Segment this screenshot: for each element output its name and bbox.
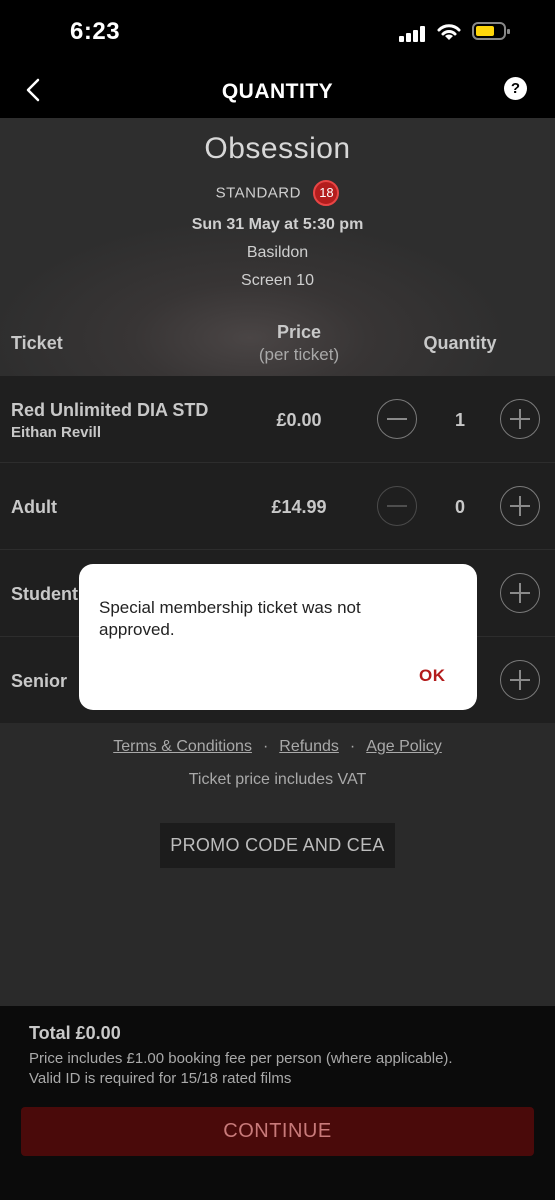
ticket-row: Adult £14.99 0 — [0, 463, 555, 549]
decrement-button[interactable] — [377, 399, 417, 439]
format-row: STANDARD 18 — [0, 180, 555, 206]
ticket-row: Red Unlimited DIA STD Eithan Revill £0.0… — [0, 376, 555, 462]
screen-number: Screen 10 — [241, 272, 314, 289]
battery-icon — [472, 22, 510, 40]
ticket-holder: Eithan Revill — [11, 424, 102, 441]
footer-links: Terms & Conditions · Refunds · Age Policy — [0, 738, 555, 756]
help-icon[interactable]: ? — [504, 77, 527, 100]
dialog-ok-button[interactable]: OK — [419, 666, 446, 686]
decrement-button[interactable] — [377, 486, 417, 526]
showtime: Sun 31 May at 5:30 pm — [191, 216, 364, 233]
column-header-ticket: Ticket — [11, 333, 63, 353]
status-time: 6:23 — [70, 18, 121, 45]
terms-link[interactable]: Terms & Conditions — [113, 738, 252, 755]
cellular-signal-icon — [399, 26, 429, 42]
id-requirement-note: Valid ID is required for 15/18 rated fil… — [29, 1070, 292, 1087]
age-policy-link[interactable]: Age Policy — [366, 738, 442, 755]
ticket-price: £14.99 — [271, 497, 327, 517]
age-rating-badge: 18 — [313, 180, 340, 206]
movie-title: Obsession — [204, 132, 351, 165]
dialog-message: Special membership ticket was not approv… — [99, 598, 361, 639]
format-label: STANDARD — [215, 184, 301, 202]
booking-fee-note: Price includes £1.00 booking fee per per… — [29, 1050, 453, 1067]
status-bar: 6:23 — [0, 0, 555, 66]
ticket-name: Adult — [11, 497, 57, 517]
ticket-name: Student — [11, 584, 78, 604]
cinema-location: Basildon — [246, 244, 309, 261]
refunds-link[interactable]: Refunds — [279, 738, 339, 755]
link-separator: · — [349, 738, 356, 755]
total-price: Total £0.00 — [29, 1023, 121, 1043]
vat-note: Ticket price includes VAT — [188, 771, 367, 788]
nav-bar: QUANTITY ? — [0, 66, 555, 118]
alert-dialog: Special membership ticket was not approv… — [79, 564, 477, 710]
wifi-icon — [437, 24, 461, 40]
ticket-quantity: 0 — [454, 497, 465, 517]
column-header-quantity: Quantity — [423, 333, 497, 353]
ticket-price: £0.00 — [276, 410, 322, 430]
link-separator: · — [262, 738, 269, 755]
column-header-price-sub: (per ticket) — [258, 345, 340, 364]
increment-button[interactable] — [500, 486, 540, 526]
increment-button[interactable] — [500, 399, 540, 439]
increment-button[interactable] — [500, 660, 540, 700]
promo-code-button[interactable]: PROMO CODE AND CEA — [160, 823, 395, 868]
ticket-quantity: 1 — [454, 410, 465, 430]
increment-button[interactable] — [500, 573, 540, 613]
continue-button[interactable]: CONTINUE — [21, 1107, 534, 1156]
ticket-name: Red Unlimited DIA STD — [11, 400, 209, 420]
column-header-price: Price — [276, 322, 322, 342]
page-title: QUANTITY — [221, 80, 334, 103]
ticket-name: Senior — [11, 671, 68, 691]
